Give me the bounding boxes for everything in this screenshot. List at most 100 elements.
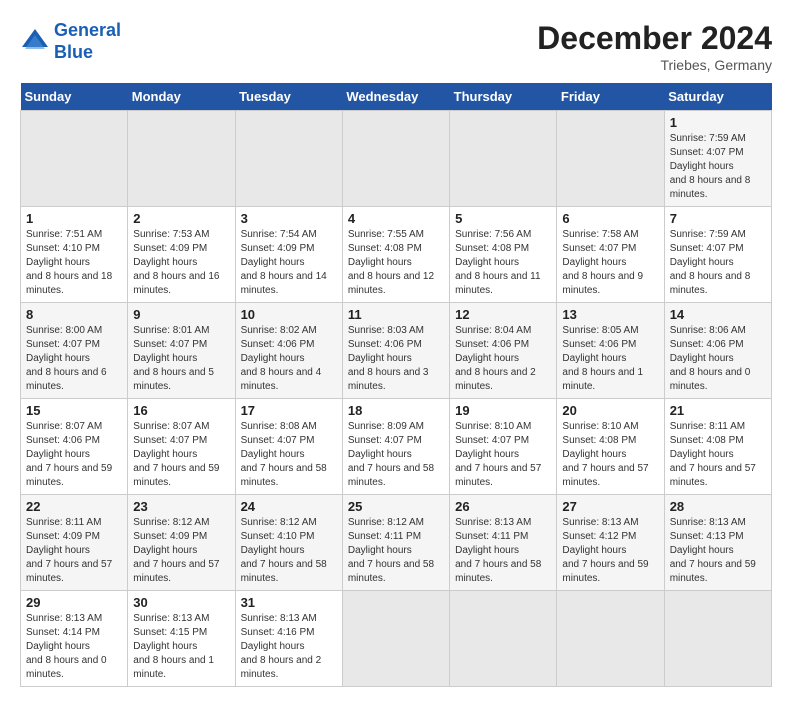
day-number: 17 [241,403,337,418]
day-number: 9 [133,307,229,322]
day-number: 30 [133,595,229,610]
day-number: 5 [455,211,551,226]
calendar-cell: 12 Sunrise: 8:04 AM Sunset: 4:06 PM Dayl… [450,303,557,399]
logo-text: General Blue [54,20,121,63]
day-info: Sunrise: 8:00 AM Sunset: 4:07 PM Dayligh… [26,324,122,394]
calendar-week-row: 29 Sunrise: 8:13 AM Sunset: 4:14 PM Dayl… [21,591,772,687]
day-header-sunday: Sunday [21,83,128,111]
day-info: Sunrise: 8:03 AM Sunset: 4:06 PM Dayligh… [348,324,444,394]
calendar-cell: 14 Sunrise: 8:06 AM Sunset: 4:06 PM Dayl… [664,303,771,399]
day-info: Sunrise: 7:58 AM Sunset: 4:07 PM Dayligh… [562,228,658,298]
day-number: 4 [348,211,444,226]
day-number: 14 [670,307,766,322]
day-info: Sunrise: 8:10 AM Sunset: 4:08 PM Dayligh… [562,420,658,490]
day-number: 3 [241,211,337,226]
day-info: Sunrise: 8:13 AM Sunset: 4:11 PM Dayligh… [455,516,551,586]
calendar-cell [128,111,235,207]
calendar-cell [450,111,557,207]
day-info: Sunrise: 8:11 AM Sunset: 4:08 PM Dayligh… [670,420,766,490]
calendar-cell [664,591,771,687]
day-number: 18 [348,403,444,418]
calendar-cell [21,111,128,207]
calendar-cell: 31 Sunrise: 8:13 AM Sunset: 4:16 PM Dayl… [235,591,342,687]
calendar-cell [557,591,664,687]
day-info: Sunrise: 8:12 AM Sunset: 4:10 PM Dayligh… [241,516,337,586]
day-info: Sunrise: 8:04 AM Sunset: 4:06 PM Dayligh… [455,324,551,394]
calendar-cell: 17 Sunrise: 8:08 AM Sunset: 4:07 PM Dayl… [235,399,342,495]
day-info: Sunrise: 8:06 AM Sunset: 4:06 PM Dayligh… [670,324,766,394]
calendar-cell: 21 Sunrise: 8:11 AM Sunset: 4:08 PM Dayl… [664,399,771,495]
day-number: 1 [26,211,122,226]
day-number: 19 [455,403,551,418]
calendar-cell: 26 Sunrise: 8:13 AM Sunset: 4:11 PM Dayl… [450,495,557,591]
calendar-cell: 20 Sunrise: 8:10 AM Sunset: 4:08 PM Dayl… [557,399,664,495]
calendar-cell: 10 Sunrise: 8:02 AM Sunset: 4:06 PM Dayl… [235,303,342,399]
day-number: 16 [133,403,229,418]
day-info: Sunrise: 8:01 AM Sunset: 4:07 PM Dayligh… [133,324,229,394]
calendar-cell [235,111,342,207]
day-info: Sunrise: 8:07 AM Sunset: 4:07 PM Dayligh… [133,420,229,490]
calendar-cell: 6 Sunrise: 7:58 AM Sunset: 4:07 PM Dayli… [557,207,664,303]
day-info: Sunrise: 8:07 AM Sunset: 4:06 PM Dayligh… [26,420,122,490]
calendar-week-row: 22 Sunrise: 8:11 AM Sunset: 4:09 PM Dayl… [21,495,772,591]
calendar-cell: 5 Sunrise: 7:56 AM Sunset: 4:08 PM Dayli… [450,207,557,303]
calendar-cell: 28 Sunrise: 8:13 AM Sunset: 4:13 PM Dayl… [664,495,771,591]
calendar-cell: 16 Sunrise: 8:07 AM Sunset: 4:07 PM Dayl… [128,399,235,495]
title-block: December 2024 Triebes, Germany [537,20,772,73]
calendar-week-row: 1 Sunrise: 7:59 AM Sunset: 4:07 PM Dayli… [21,111,772,207]
day-info: Sunrise: 8:13 AM Sunset: 4:13 PM Dayligh… [670,516,766,586]
day-number: 11 [348,307,444,322]
calendar-cell: 7 Sunrise: 7:59 AM Sunset: 4:07 PM Dayli… [664,207,771,303]
day-number: 28 [670,499,766,514]
calendar-cell: 11 Sunrise: 8:03 AM Sunset: 4:06 PM Dayl… [342,303,449,399]
day-number: 10 [241,307,337,322]
calendar-table: SundayMondayTuesdayWednesdayThursdayFrid… [20,83,772,687]
location-subtitle: Triebes, Germany [537,57,772,73]
calendar-cell: 9 Sunrise: 8:01 AM Sunset: 4:07 PM Dayli… [128,303,235,399]
calendar-header-row: SundayMondayTuesdayWednesdayThursdayFrid… [21,83,772,111]
day-info: Sunrise: 7:53 AM Sunset: 4:09 PM Dayligh… [133,228,229,298]
calendar-cell: 1 Sunrise: 7:51 AM Sunset: 4:10 PM Dayli… [21,207,128,303]
page-header: General Blue December 2024 Triebes, Germ… [20,20,772,73]
calendar-cell: 30 Sunrise: 8:13 AM Sunset: 4:15 PM Dayl… [128,591,235,687]
calendar-cell: 24 Sunrise: 8:12 AM Sunset: 4:10 PM Dayl… [235,495,342,591]
day-number: 13 [562,307,658,322]
day-number: 24 [241,499,337,514]
calendar-cell: 25 Sunrise: 8:12 AM Sunset: 4:11 PM Dayl… [342,495,449,591]
calendar-cell: 13 Sunrise: 8:05 AM Sunset: 4:06 PM Dayl… [557,303,664,399]
day-info: Sunrise: 7:56 AM Sunset: 4:08 PM Dayligh… [455,228,551,298]
calendar-cell: 3 Sunrise: 7:54 AM Sunset: 4:09 PM Dayli… [235,207,342,303]
calendar-cell [342,591,449,687]
day-number: 25 [348,499,444,514]
day-number: 1 [670,115,766,130]
day-info: Sunrise: 8:10 AM Sunset: 4:07 PM Dayligh… [455,420,551,490]
day-info: Sunrise: 7:59 AM Sunset: 4:07 PM Dayligh… [670,132,766,202]
day-info: Sunrise: 8:12 AM Sunset: 4:11 PM Dayligh… [348,516,444,586]
day-info: Sunrise: 7:51 AM Sunset: 4:10 PM Dayligh… [26,228,122,298]
day-info: Sunrise: 8:11 AM Sunset: 4:09 PM Dayligh… [26,516,122,586]
day-number: 27 [562,499,658,514]
day-header-tuesday: Tuesday [235,83,342,111]
day-info: Sunrise: 7:54 AM Sunset: 4:09 PM Dayligh… [241,228,337,298]
calendar-cell: 18 Sunrise: 8:09 AM Sunset: 4:07 PM Dayl… [342,399,449,495]
calendar-week-row: 8 Sunrise: 8:00 AM Sunset: 4:07 PM Dayli… [21,303,772,399]
logo-icon [20,27,50,57]
day-number: 23 [133,499,229,514]
day-info: Sunrise: 8:13 AM Sunset: 4:12 PM Dayligh… [562,516,658,586]
day-header-monday: Monday [128,83,235,111]
calendar-cell: 2 Sunrise: 7:53 AM Sunset: 4:09 PM Dayli… [128,207,235,303]
calendar-cell: 29 Sunrise: 8:13 AM Sunset: 4:14 PM Dayl… [21,591,128,687]
calendar-week-row: 15 Sunrise: 8:07 AM Sunset: 4:06 PM Dayl… [21,399,772,495]
day-number: 20 [562,403,658,418]
day-number: 6 [562,211,658,226]
day-number: 7 [670,211,766,226]
day-number: 22 [26,499,122,514]
calendar-week-row: 1 Sunrise: 7:51 AM Sunset: 4:10 PM Dayli… [21,207,772,303]
day-number: 2 [133,211,229,226]
day-header-wednesday: Wednesday [342,83,449,111]
calendar-cell [557,111,664,207]
logo: General Blue [20,20,121,63]
day-number: 15 [26,403,122,418]
day-header-friday: Friday [557,83,664,111]
calendar-cell [450,591,557,687]
